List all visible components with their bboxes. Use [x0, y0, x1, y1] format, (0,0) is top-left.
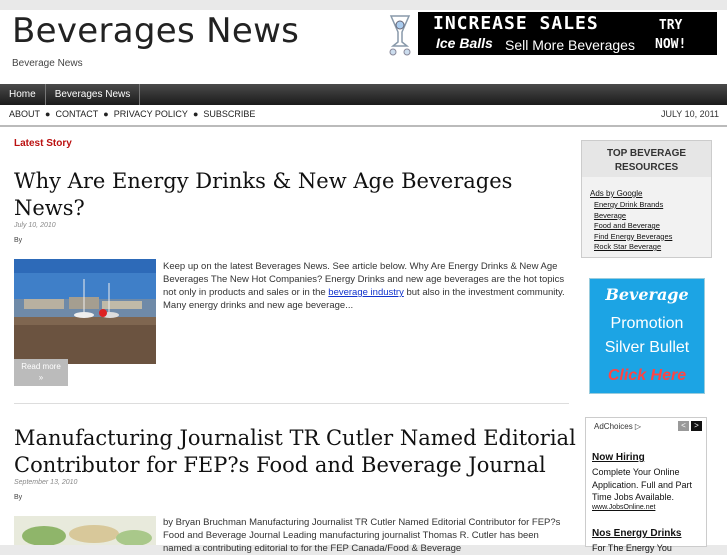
banner-tagline: Sell More Beverages: [505, 37, 635, 53]
post-date: July 10, 2010: [14, 222, 56, 229]
beverage-industry-link[interactable]: beverage industry: [328, 287, 404, 298]
ad-link[interactable]: Rock Star Beverage: [594, 242, 702, 253]
ads-by-google-link[interactable]: Ads by Google: [590, 189, 702, 198]
post-title-line: Why Are Energy Drinks & New Age Beverage…: [14, 169, 513, 193]
post-excerpt: Keep up on the latest Beverages News. Se…: [163, 260, 568, 312]
ad-link[interactable]: Find Energy Beverages: [594, 232, 702, 243]
post-divider: [14, 403, 569, 404]
prev-ad-icon[interactable]: <: [678, 421, 689, 431]
site-description: Beverage News: [12, 58, 83, 69]
nav-contact[interactable]: CONTACT: [55, 109, 98, 119]
promo-line: Promotion: [610, 315, 684, 332]
widget-heading: TOP BEVERAGE RESOURCES: [582, 141, 711, 177]
promo-line: Silver Bullet: [604, 339, 690, 356]
nav-subscribe[interactable]: SUBSCRIBE: [203, 109, 255, 119]
banner-product: Ice Balls: [436, 35, 493, 51]
ad-link[interactable]: Food and Beverage: [594, 221, 702, 232]
top-beverage-resources-widget: TOP BEVERAGE RESOURCES Ads by Google Ene…: [581, 140, 712, 258]
post-title[interactable]: Manufacturing Journalist TR Cutler Named…: [14, 425, 576, 479]
ad-url[interactable]: www.JobsOnline.net: [592, 504, 655, 511]
read-more-label: Read more: [21, 362, 61, 371]
post-excerpt: by Bryan Bruchman Manufacturing Journali…: [163, 517, 561, 554]
current-date: JULY 10, 2011: [660, 109, 719, 119]
latest-story-label: Latest Story: [14, 138, 72, 149]
widget-heading-line: TOP BEVERAGE: [606, 148, 687, 159]
primary-nav: Home Beverages News: [0, 84, 727, 105]
google-ads-list: Ads by Google Energy Drink Brands Bevera…: [590, 189, 702, 253]
post-thumbnail-food[interactable]: [14, 516, 156, 546]
ad-title-nos-energy[interactable]: Nos Energy Drinks: [592, 528, 681, 539]
nav-beverages-news[interactable]: Beverages News: [46, 84, 141, 105]
beverage-promotion-ad[interactable]: Beverage Promotion Silver Bullet Click H…: [589, 278, 705, 394]
promo-click-here[interactable]: Click Here: [590, 367, 704, 385]
nav-separator: ●: [45, 109, 51, 119]
banner-ad[interactable]: INCREASE SALES Ice Balls Sell More Bever…: [383, 12, 717, 56]
banner-headline: INCREASE SALES: [433, 13, 599, 34]
post-thumbnail-marina[interactable]: [14, 259, 156, 364]
ad-link[interactable]: Beverage: [594, 211, 702, 222]
nav-separator: ●: [103, 109, 109, 119]
post-title-line: Manufacturing Journalist TR Cutler Named…: [14, 426, 576, 450]
nav-separator: ●: [192, 109, 199, 119]
ad-body: For The Energy You: [592, 543, 672, 553]
secondary-nav: ABOUT ● CONTACT ● PRIVACY POLICY ● SUBSCRIBE J…: [0, 105, 727, 127]
nav-privacy-policy[interactable]: PRIVACY POLICY: [114, 109, 188, 119]
ad-title-now-hiring[interactable]: Now Hiring: [592, 452, 645, 463]
read-more-arrow-icon: »: [38, 373, 44, 382]
nav-about[interactable]: ABOUT: [9, 109, 40, 119]
promo-title: Beverage: [605, 285, 689, 304]
nav-home[interactable]: Home: [0, 84, 46, 105]
ad-body: Complete Your Online Application. Full a…: [592, 467, 693, 502]
post-author: By: [14, 237, 23, 244]
post-title[interactable]: Why Are Energy Drinks & New Age Beverage…: [14, 168, 512, 222]
read-more-button[interactable]: Read more »: [14, 359, 68, 386]
ad-link[interactable]: Energy Drink Brands: [594, 200, 702, 211]
post-date: September 13, 2010: [14, 479, 78, 486]
widget-heading-line: RESOURCES: [614, 162, 679, 173]
site-title[interactable]: Beverages News: [12, 13, 299, 49]
banner-cta-try: TRY: [658, 18, 683, 33]
ice-ball-glass-icon: [383, 12, 417, 56]
banner-cta[interactable]: TRY NOW!: [655, 16, 686, 54]
adchoices-label[interactable]: AdChoices ▷: [594, 422, 641, 431]
post-author: By: [14, 494, 23, 501]
next-ad-icon[interactable]: >: [691, 421, 702, 431]
banner-cta-now: NOW!: [655, 37, 687, 52]
adchoices-widget: AdChoices ▷ < > Now Hiring Complete Your…: [585, 417, 707, 553]
secondary-nav-links: ABOUT ● CONTACT ● PRIVACY POLICY ● SUBSCRIBE: [9, 109, 255, 119]
post-title-line: Contributor for FEP?s Food and Beverage …: [14, 453, 546, 477]
post-title-line: News?: [14, 196, 85, 220]
